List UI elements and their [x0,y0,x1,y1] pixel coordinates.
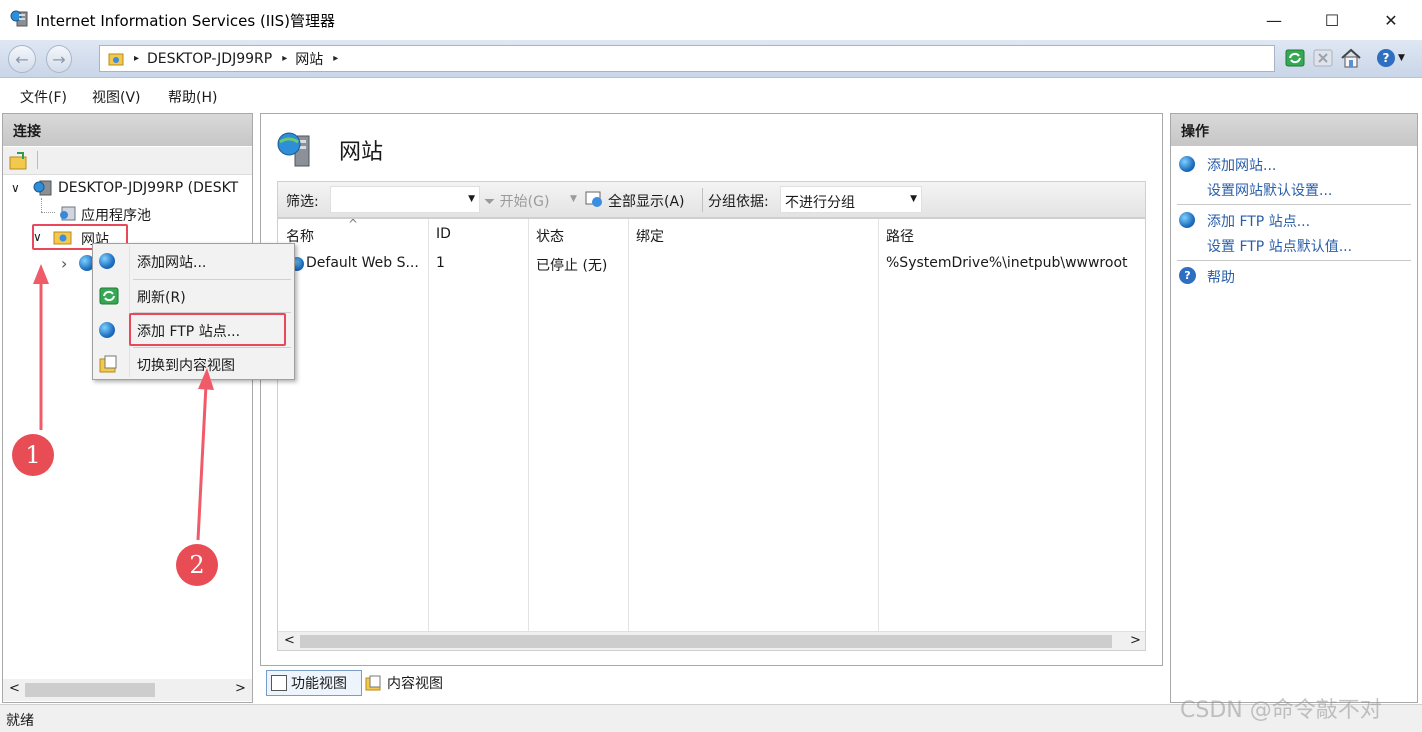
arrow-2-shaft [196,384,208,541]
step-badge-1: 1 [12,434,54,476]
annotation-arrows [33,264,214,541]
arrow-2-head [198,368,214,390]
step-badge-2: 2 [176,544,218,586]
arrow-1-head [33,264,49,284]
